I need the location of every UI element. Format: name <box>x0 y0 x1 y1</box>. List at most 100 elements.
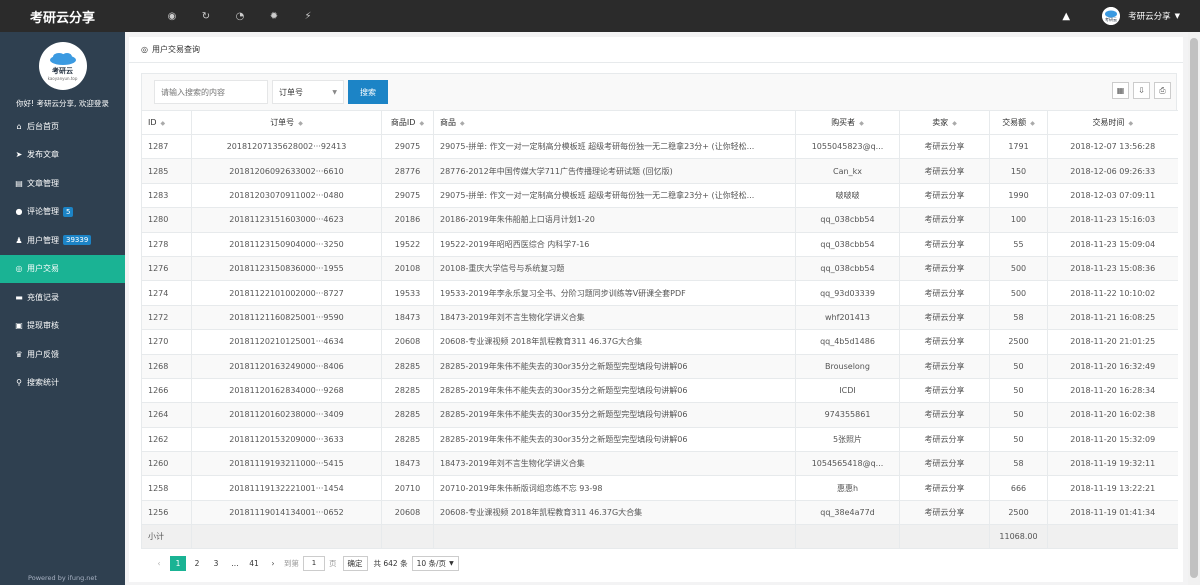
money-icon: ▣ <box>15 321 23 331</box>
table-row[interactable]: 1270 20181120210125001···4634 20608 20608-专… <box>141 329 1178 355</box>
refresh-icon[interactable]: ↻ <box>189 0 223 32</box>
prev-page-icon[interactable]: ‹ <box>151 556 167 571</box>
table-cell: 2018-12-07 13:56:28 <box>1047 134 1178 160</box>
table-row[interactable]: 1264 20181120160238000···3409 28285 28285-2… <box>141 402 1178 428</box>
col-product[interactable]: 商品 ◆ <box>433 110 796 135</box>
table-cell: 18473-2019年刘不言生物化学讲义合集 <box>433 305 796 331</box>
table-cell: 19522 <box>381 232 434 257</box>
table-row[interactable]: 1260 20181119193211000···5415 18473 18473-2… <box>141 451 1178 477</box>
table-cell: 2018-12-06 09:26:33 <box>1047 158 1178 184</box>
col-seller[interactable]: 卖家 ◆ <box>899 110 990 135</box>
table-cell: 500 <box>989 256 1048 282</box>
table-row[interactable]: 1280 20181123151603000···4623 20186 20186-2… <box>141 207 1178 233</box>
table-cell: 50 <box>989 378 1048 404</box>
table-row[interactable]: 1262 20181120153209000···3633 28285 28285-2… <box>141 427 1178 453</box>
table-row[interactable]: 1287 20181207135628002···92413 29075 29075-… <box>141 134 1178 160</box>
table-row[interactable]: 1285 20181206092633002···6610 28776 28776-2… <box>141 158 1178 184</box>
page-1[interactable]: 1 <box>170 555 186 571</box>
table-cell: 19533-2019年李永乐复习全书、分阶习题同步训练等V研课全套PDF <box>433 280 796 306</box>
table-cell: 50 <box>989 427 1048 453</box>
table-cell: 28285 <box>381 427 434 453</box>
col-id[interactable]: ID ◆ <box>141 110 192 135</box>
col-amount[interactable]: 交易额 ◆ <box>989 110 1048 135</box>
page-last[interactable]: 41 <box>246 556 262 571</box>
warning-icon[interactable]: ▲ <box>1062 11 1070 22</box>
search-input[interactable] <box>154 80 268 104</box>
table-cell: 2018-11-20 21:01:25 <box>1047 329 1178 355</box>
export-icon[interactable]: ⇩ <box>1133 82 1150 99</box>
table-cell: 1283 <box>141 183 192 209</box>
sidebar-item-search-stats[interactable]: ⚲ 搜索统计 <box>0 369 125 398</box>
table-cell: 考研云分享 <box>899 280 990 306</box>
table-cell: 19522-2019年昭昭西医综合 内科学7-16 <box>433 232 796 257</box>
gear-icon[interactable]: ✹ <box>257 0 291 32</box>
col-time[interactable]: 交易时间 ◆ <box>1047 110 1178 135</box>
dashboard-icon[interactable]: ◔ <box>223 0 257 32</box>
globe-icon[interactable]: ◉ <box>155 0 189 32</box>
sidebar-item-transactions[interactable]: ◎ 用户交易 <box>0 254 125 283</box>
table-cell: qq_038cbb54 <box>795 232 900 257</box>
next-page-icon[interactable]: › <box>265 556 281 571</box>
print-icon[interactable]: ⎙ <box>1154 82 1171 99</box>
sidebar-item-recharge[interactable]: ▬ 充值记录 <box>0 283 125 312</box>
home-icon: ⌂ <box>16 121 22 131</box>
table-row[interactable]: 1276 20181123150836000···1955 20108 20108-重… <box>141 256 1178 282</box>
table-cell: 20608-专业课视频 2018年凯程教育311 46.37G大合集 <box>433 329 796 355</box>
table-row[interactable]: 1278 20181123150904000···3250 19522 19522-2… <box>141 232 1178 257</box>
table-cell: 20608 <box>381 500 434 526</box>
sidebar-item-publish[interactable]: ➤ 发布文章 <box>0 141 125 170</box>
chevron-down-icon[interactable]: ▼ <box>1175 12 1180 20</box>
table-cell: 考研云分享 <box>899 475 990 501</box>
sidebar-item-users[interactable]: ♟ 用户管理 39339 <box>0 226 125 255</box>
table-row[interactable]: 1268 20181120163249000···8406 28285 28285-2… <box>141 354 1178 379</box>
search-field-select[interactable]: 订单号 ▼ <box>272 80 344 104</box>
scrollbar[interactable] <box>1188 32 1200 585</box>
table-cell: 2018-11-22 10:10:02 <box>1047 280 1178 306</box>
table-row[interactable]: 1272 20181121160825001···9590 18473 18473-2… <box>141 305 1178 331</box>
chevron-down-icon: ▼ <box>332 88 337 96</box>
col-order[interactable]: 订单号 ◆ <box>191 110 382 135</box>
sort-icon: ◆ <box>1128 120 1134 127</box>
chevron-down-icon: ▼ <box>449 559 454 567</box>
per-page-select[interactable]: 10 条/页 ▼ <box>411 555 459 571</box>
columns-icon[interactable]: ▦ <box>1112 82 1129 99</box>
page-unit: 页 <box>329 558 337 568</box>
table-cell: 28776-2012年中国传媒大学711广告传播理论考研试题 (回忆版) <box>433 158 796 184</box>
table-cell: 28285 <box>381 354 434 379</box>
panel: ◎ 用户交易查询 订单号▼ 搜索 ▦ ⇩ ⎙ ID◆ 订单号◆ 商品ID◆ 商品… <box>129 37 1183 582</box>
table-cell: 1054565418@q... <box>795 451 900 477</box>
sidebar-item-feedback[interactable]: ♛ 用户反馈 <box>0 340 125 369</box>
plug-icon[interactable]: ⚡ <box>291 0 325 32</box>
avatar[interactable]: 考研云 <box>1102 7 1121 25</box>
sidebar-item-comments[interactable]: ● 评论管理 5 <box>0 198 125 227</box>
sidebar-item-withdraw[interactable]: ▣ 提现审核 <box>0 312 125 341</box>
col-product-id[interactable]: 商品ID ◆ <box>381 110 434 135</box>
table-cell: Brouselong <box>795 354 900 379</box>
table-row[interactable]: 1256 20181119014134001···0652 20608 20608-专… <box>141 500 1178 526</box>
table-cell: 考研云分享 <box>899 500 990 526</box>
page-3[interactable]: 3 <box>208 556 224 571</box>
table-cell: ICDI <box>795 378 900 404</box>
sidebar-item-home[interactable]: ⌂ 后台首页 <box>0 112 125 141</box>
table-cell: 惠惠h <box>795 475 900 501</box>
powered-by[interactable]: Powered by ifung.net <box>0 574 125 582</box>
scrollbar-thumb[interactable] <box>1190 38 1198 578</box>
page-2[interactable]: 2 <box>189 556 205 571</box>
brand-title[interactable]: 考研云分享 <box>0 0 125 32</box>
table-row[interactable]: 1258 20181119132221001···1454 20710 20710-2… <box>141 475 1178 501</box>
table-cell: 29075-拼单: 作文一对一定制高分模板班 超级考研每份独一无二稳拿23分+ … <box>433 183 796 209</box>
sidebar-item-articles[interactable]: ▤ 文章管理 <box>0 169 125 198</box>
col-buyer[interactable]: 购买者 ◆ <box>795 110 900 135</box>
user-menu[interactable]: 考研云分享 <box>1128 10 1171 22</box>
table-cell: 1258 <box>141 475 192 501</box>
table-cell: 20108-重庆大学信号与系统复习题 <box>433 256 796 282</box>
table-row[interactable]: 1266 20181120162834000···9268 28285 28285-2… <box>141 378 1178 404</box>
table-cell: 2018-11-20 16:28:34 <box>1047 378 1178 404</box>
table-row[interactable]: 1283 20181203070911002···0480 29075 29075-拼… <box>141 183 1178 209</box>
table-cell: qq_4b5d1486 <box>795 329 900 355</box>
confirm-button[interactable]: 确定 <box>342 555 368 571</box>
search-button[interactable]: 搜索 <box>348 80 388 104</box>
table-cell: 100 <box>989 207 1048 233</box>
table-row[interactable]: 1274 20181122101002000···8727 19533 19533-2… <box>141 280 1178 306</box>
page-jump-input[interactable]: 1 <box>303 555 325 571</box>
